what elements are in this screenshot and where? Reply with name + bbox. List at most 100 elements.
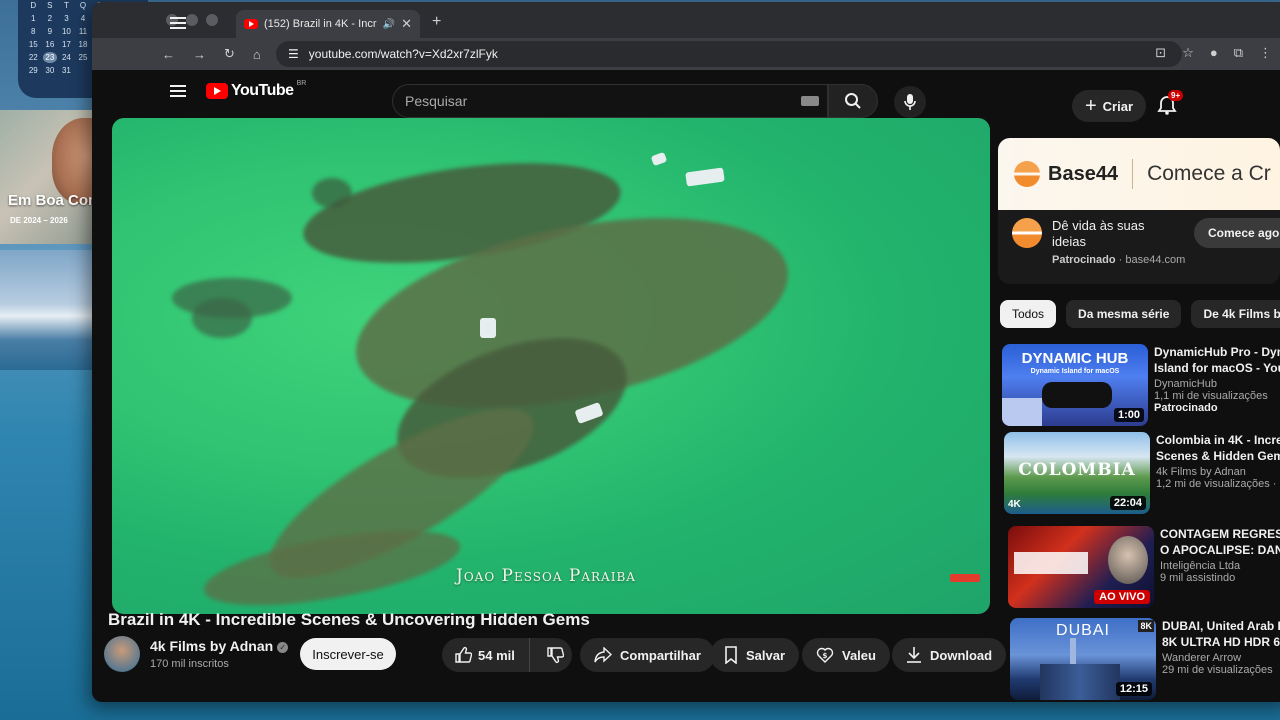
search-input[interactable]: Pesquisar: [392, 84, 828, 118]
browser-tab[interactable]: (152) Brazil in 4K - Incredi 🔊 ✕: [236, 10, 420, 38]
create-button[interactable]: + Criar: [1072, 90, 1146, 122]
search-button[interactable]: [828, 84, 878, 118]
ad-body: Dê vida às suas ideias Patrocinado · bas…: [998, 210, 1280, 284]
duration-badge: 12:15: [1115, 682, 1152, 696]
base44-logo-icon: [1014, 161, 1040, 187]
calendar-day: 18: [78, 40, 88, 49]
calendar-day: 30: [45, 66, 55, 75]
profile-icon[interactable]: ●: [1210, 45, 1218, 61]
svg-text:$: $: [823, 652, 828, 660]
ad-banner[interactable]: Base44 Comece a Cr: [998, 138, 1280, 210]
advertiser-logo-icon: [1012, 218, 1042, 248]
live-badge: AO VIVO: [1094, 590, 1150, 604]
person-thumbnail-graphic: [1108, 536, 1148, 584]
install-icon[interactable]: ⊡: [1155, 45, 1166, 61]
thumbs-down-icon: [547, 647, 564, 664]
recommendation-views: 1,2 mi de visualizações ·: [1156, 478, 1277, 490]
share-button[interactable]: Compartilhar: [580, 638, 715, 672]
dislike-button[interactable]: [538, 638, 572, 672]
recommendation-title: CONTAGEM REGRESS: [1160, 527, 1280, 541]
recommendation-info: DUBAI, United Arab E 8K ULTRA HD HDR 6 W…: [1162, 618, 1280, 676]
related-filter-chips: Todos Da mesma série De 4k Films by Ad: [1000, 300, 1280, 328]
skyline-graphic: [1040, 664, 1120, 700]
duration-badge: 1:00: [1113, 408, 1144, 422]
subscribe-button[interactable]: Inscrever-se: [300, 638, 396, 670]
calendar-day: 23: [42, 52, 58, 63]
thanks-label: Valeu: [842, 647, 876, 663]
home-icon[interactable]: ⌂: [253, 47, 261, 62]
tab-bar: (152) Brazil in 4K - Incredi 🔊 ✕ +: [92, 2, 1280, 38]
bookmark-icon: [725, 646, 737, 664]
search-icon: [845, 93, 861, 109]
window-graphic: [1002, 398, 1042, 426]
star-icon[interactable]: ☆: [1182, 45, 1194, 61]
voice-search-button[interactable]: [894, 86, 926, 118]
maximize-window-button[interactable]: [206, 14, 218, 26]
recommendation-item[interactable]: DYNAMIC HUB Dynamic Island for macOS 1:0…: [1002, 344, 1280, 430]
keyboard-icon[interactable]: [801, 96, 819, 106]
save-button[interactable]: Salvar: [710, 638, 800, 672]
calendar-day: 2: [47, 14, 53, 23]
boat: [650, 151, 668, 167]
address-bar[interactable]: ☰ youtube.com/watch?v=Xd2xr7zlFyk: [276, 41, 1182, 67]
calendar-day: 8: [31, 27, 36, 36]
recommendation-views: 1,1 mi de visualizações: [1154, 390, 1268, 402]
recommendation-thumbnail[interactable]: DUBAI 8K 12:15: [1010, 618, 1156, 700]
like-button[interactable]: 54 mil: [442, 638, 530, 672]
recommendation-thumbnail[interactable]: DYNAMIC HUB Dynamic Island for macOS 1:0…: [1002, 344, 1148, 426]
calendar-day: 25: [78, 53, 88, 62]
ad-sponsor-line: Patrocinado · base44.com: [1052, 254, 1186, 266]
minimize-window-button[interactable]: [186, 14, 198, 26]
calendar-weekday: S: [47, 1, 53, 10]
sponsored-label: Patrocinado: [1052, 254, 1116, 266]
youtube-favicon: [244, 19, 258, 29]
site-info-icon[interactable]: ☰: [288, 47, 299, 61]
calendar-day: 29: [28, 66, 38, 75]
notifications-button[interactable]: 9+: [1156, 90, 1184, 118]
channel-avatar[interactable]: [104, 636, 140, 672]
notification-badge: 9+: [1168, 90, 1184, 101]
chip-same-series[interactable]: Da mesma série: [1066, 300, 1182, 328]
recommendation-title: DUBAI, United Arab E: [1162, 619, 1280, 633]
recommendation-item[interactable]: COLOMBIA 4K 22:04 Colombia in 4K - Incre…: [1004, 432, 1280, 518]
thumbs-up-icon: [455, 646, 472, 663]
thumbnail-subtitle: Dynamic Island for macOS: [1030, 368, 1120, 375]
close-icon[interactable]: ✕: [401, 16, 412, 32]
sponsored-card[interactable]: Base44 Comece a Cr Dê vida às suas ideia…: [998, 138, 1280, 284]
subscriber-count: 170 mil inscritos: [150, 658, 229, 670]
back-icon[interactable]: ←: [162, 47, 175, 62]
chip-from-channel[interactable]: De 4k Films by Ad: [1191, 300, 1280, 328]
plus-icon: +: [1084, 95, 1097, 117]
new-tab-icon[interactable]: +: [432, 13, 441, 31]
recommendation-views: 9 mil assistindo: [1160, 572, 1236, 584]
recommendation-item[interactable]: DUBAI 8K 12:15 DUBAI, United Arab E 8K U…: [1010, 618, 1280, 704]
reload-icon[interactable]: ↻: [224, 46, 235, 62]
ad-text: Dê vida às suas ideias: [1052, 218, 1145, 249]
chip-all[interactable]: Todos: [1000, 300, 1057, 328]
calendar-weekday: T: [63, 1, 69, 10]
ad-cta-button[interactable]: Comece agora: [1194, 218, 1280, 248]
thanks-button[interactable]: $ Valeu: [802, 638, 890, 672]
share-label: Compartilhar: [620, 647, 701, 663]
audio-icon[interactable]: 🔊: [383, 19, 395, 30]
close-window-button[interactable]: [166, 14, 178, 26]
forward-icon[interactable]: →: [193, 47, 206, 62]
extension-icon[interactable]: ⧉: [1234, 45, 1243, 61]
calendar-day: 22: [28, 53, 38, 62]
menu-icon[interactable]: ⋮: [1259, 45, 1272, 61]
recommendation-item[interactable]: AO VIVO CONTAGEM REGRESS O APOCALIPSE: D…: [1008, 526, 1280, 612]
calendar-weekday: Q: [79, 1, 87, 10]
calendar-day: 15: [28, 40, 38, 49]
recommendation-channel: Inteligência Ltda: [1160, 560, 1241, 572]
calendar-day: 11: [78, 27, 88, 36]
recommendation-thumbnail[interactable]: AO VIVO: [1008, 526, 1154, 608]
reef-shape: [312, 178, 352, 208]
download-icon: [907, 647, 921, 663]
recommendation-thumbnail[interactable]: COLOMBIA 4K 22:04: [1004, 432, 1150, 514]
video-title: Brazil in 4K - Incredible Scenes & Uncov…: [108, 610, 590, 629]
guide-button[interactable]: [170, 82, 186, 100]
channel-name[interactable]: 4k Films by Adnan ✓: [150, 638, 289, 654]
duration-badge: 22:04: [1109, 496, 1146, 510]
video-player[interactable]: Joao Pessoa Paraiba: [112, 118, 990, 614]
download-button[interactable]: Download: [892, 638, 1007, 672]
